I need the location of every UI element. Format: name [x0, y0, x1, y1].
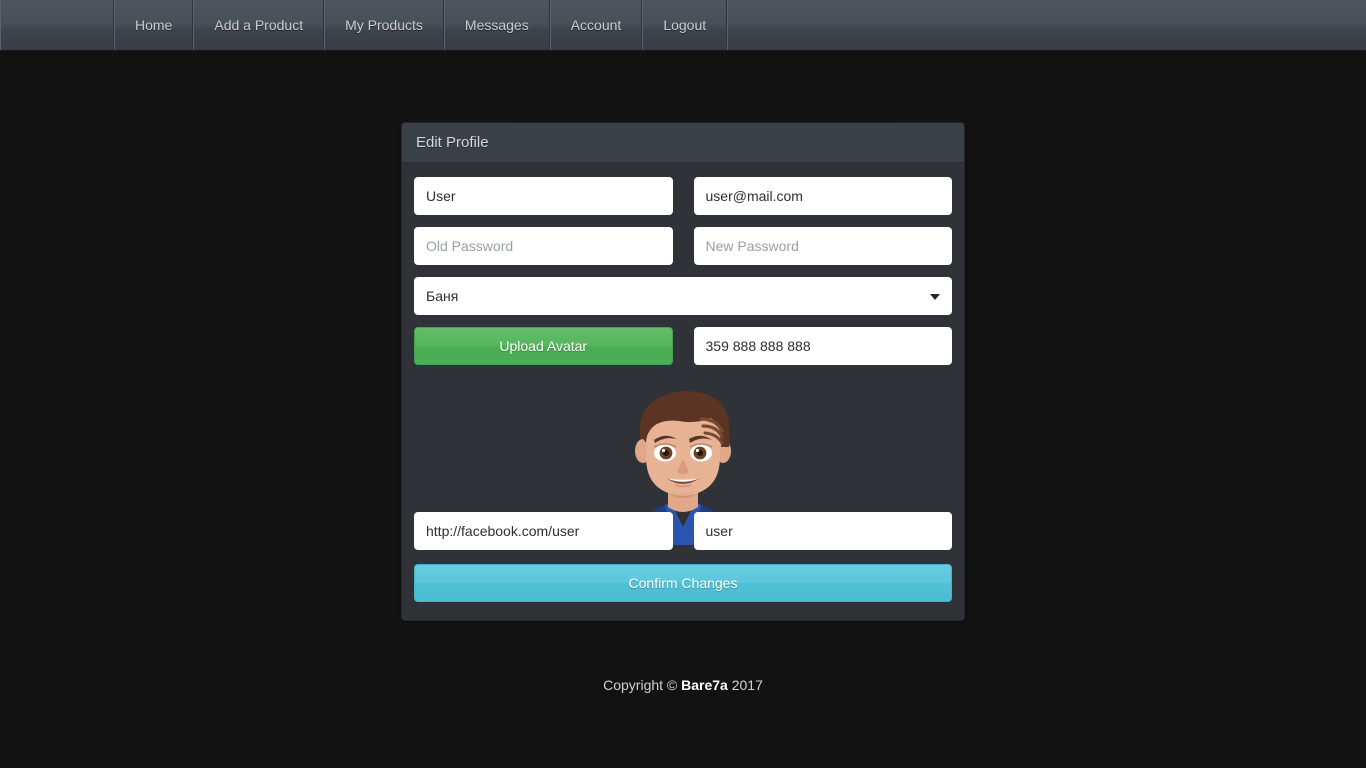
form-row-submit: Confirm Changes [414, 562, 952, 602]
edit-profile-form: Upload Avatar [402, 163, 964, 620]
navbar-brand[interactable] [0, 0, 114, 50]
username-input[interactable] [414, 177, 673, 215]
username-col [414, 177, 673, 215]
new-password-col [693, 227, 952, 265]
nav-item-account-label: Account [570, 17, 622, 33]
form-row-town [414, 277, 952, 315]
upload-avatar-col: Upload Avatar [414, 327, 673, 365]
nav-item-messages-label: Messages [464, 17, 529, 33]
email-col [693, 177, 952, 215]
nav-item-logout[interactable]: Logout [642, 0, 728, 50]
nav-item-messages[interactable]: Messages [443, 0, 550, 50]
panel-title: Edit Profile [402, 123, 964, 163]
town-select[interactable] [414, 277, 952, 315]
town-col [414, 277, 952, 315]
edit-profile-panel: Edit Profile User user@mail.com Баня Upl… [401, 122, 965, 621]
nav-item-account[interactable]: Account [549, 0, 643, 50]
skype-col [693, 512, 952, 550]
nav-item-logout-label: Logout [663, 17, 707, 33]
nav-item-home[interactable]: Home [114, 0, 194, 50]
old-password-input[interactable] [414, 227, 673, 265]
email-input[interactable] [693, 177, 952, 215]
old-password-col [414, 227, 673, 265]
nav-item-my-products[interactable]: My Products [324, 0, 444, 50]
nav-item-my-products-label: My Products [345, 17, 423, 33]
navbar-spacer [727, 0, 1366, 50]
upload-avatar-button[interactable]: Upload Avatar [414, 327, 673, 365]
form-row-social [414, 512, 952, 550]
nav-item-home-label: Home [135, 17, 173, 33]
town-select-wrap [414, 277, 952, 315]
nav-item-add-a-product[interactable]: Add a Product [193, 0, 325, 50]
skype-input[interactable] [693, 512, 952, 550]
main-navbar: Home Add a Product My Products Messages … [0, 0, 1366, 51]
footer-brand: Bare7a [681, 677, 728, 693]
form-row-identity [414, 177, 952, 215]
footer: Copyright © Bare7a 2017 [0, 677, 1366, 693]
phone-col [693, 327, 952, 365]
new-password-input[interactable] [693, 227, 952, 265]
facebook-col [414, 512, 673, 550]
phone-input[interactable] [693, 327, 952, 365]
footer-copyright-suffix: 2017 [727, 677, 763, 693]
form-row-avatar-phone: Upload Avatar [414, 327, 952, 365]
nav-item-add-a-product-label: Add a Product [214, 17, 304, 33]
navbar-menu: Home Add a Product My Products Messages … [114, 0, 728, 50]
form-row-passwords [414, 227, 952, 265]
confirm-changes-button[interactable]: Confirm Changes [414, 564, 952, 602]
footer-copyright-prefix: Copyright © [603, 677, 682, 693]
facebook-input[interactable] [414, 512, 673, 550]
confirm-col: Confirm Changes [414, 562, 952, 602]
